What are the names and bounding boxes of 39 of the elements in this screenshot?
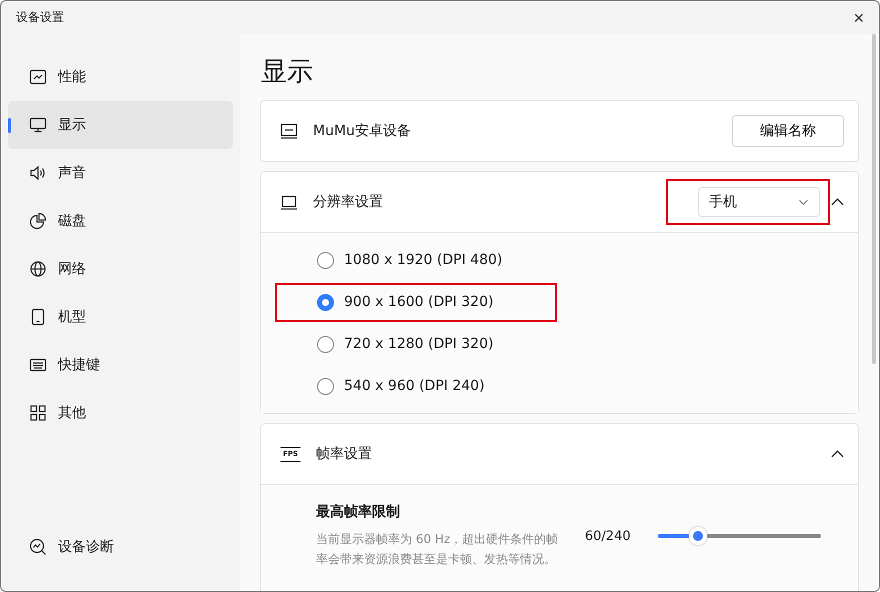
- sidebar-item[interactable]: 网络: [8, 245, 233, 293]
- fps-reading: 60/240: [584, 528, 631, 544]
- scrollbar[interactable]: [872, 34, 876, 364]
- chart-icon: [29, 68, 47, 86]
- selection-indicator: [8, 118, 11, 133]
- window-title: 设备设置: [16, 9, 64, 26]
- resolution-option[interactable]: 1080 x 1920 (DPI 480): [275, 240, 566, 280]
- sidebar-item[interactable]: 快捷键: [8, 341, 233, 389]
- sidebar-item[interactable]: 性能: [8, 53, 233, 101]
- sidebar-item[interactable]: 显示: [8, 101, 233, 149]
- setting-label: 最高帧率限制: [316, 503, 401, 521]
- sidebar-item[interactable]: 机型: [8, 293, 233, 341]
- setting-description: 当前显示器帧率为 60 Hz，超出硬件条件的帧率会带来资源浪费甚至是卡顿、发热等情况。: [316, 531, 560, 568]
- monitor-icon: [29, 116, 47, 134]
- pie-chart-icon: [29, 212, 47, 230]
- sidebar-item[interactable]: 声音: [8, 149, 233, 197]
- resolution-option[interactable]: 720 x 1280 (DPI 320): [275, 324, 558, 364]
- sidebar-item[interactable]: 其他: [8, 389, 233, 437]
- phone-icon: [29, 308, 47, 326]
- diagnostics-icon: [29, 538, 47, 556]
- globe-icon: [29, 260, 47, 278]
- page-title: 显示: [261, 56, 314, 89]
- device-name: MuMu安卓设备: [313, 122, 412, 140]
- edit-name-button[interactable]: 编辑名称: [732, 115, 844, 147]
- slider-thumb[interactable]: [688, 527, 707, 545]
- resolution-option[interactable]: 900 x 1600 (DPI 320): [275, 282, 558, 322]
- diagnostics-item[interactable]: 设备诊断: [8, 523, 233, 571]
- chevron-up-icon[interactable]: [831, 450, 844, 458]
- laptop-icon: [280, 193, 298, 211]
- close-button[interactable]: ✕: [839, 1, 879, 34]
- monitor-icon: [280, 122, 298, 140]
- resolution-option[interactable]: 540 x 960 (DPI 240): [275, 366, 549, 406]
- device-type-dropdown[interactable]: 手机: [698, 187, 820, 217]
- speaker-icon: [29, 164, 47, 182]
- chevron-up-icon[interactable]: [831, 198, 844, 206]
- keyboard-icon: [29, 356, 47, 374]
- sidebar-item[interactable]: 磁盘: [8, 197, 233, 245]
- chevron-down-icon: [798, 198, 809, 206]
- grid-icon: [29, 404, 47, 422]
